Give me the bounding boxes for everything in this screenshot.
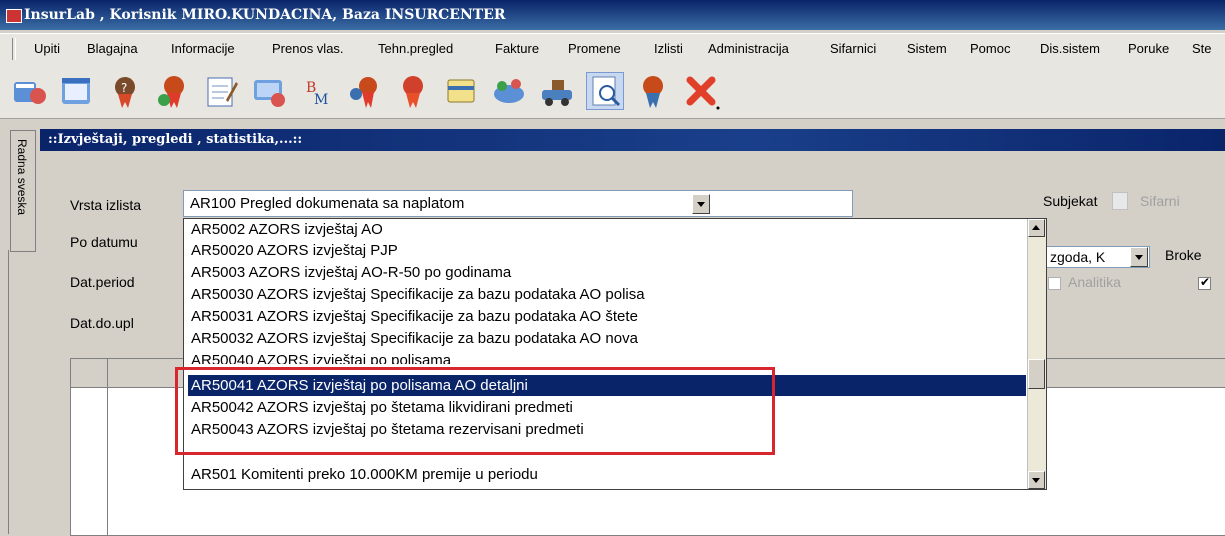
list-item[interactable]: AR50032 AZORS izvještaj Specifikacije za…	[188, 328, 1026, 349]
dat-period-label: Dat.period	[70, 274, 135, 290]
window-title: InsurLab , Korisnik MIRO.KUNDACINA, Baza…	[24, 7, 506, 23]
menu-blagajna[interactable]: Blagajna	[87, 41, 138, 56]
vrsta-izlista-label: Vrsta izlista	[70, 197, 142, 213]
list-item[interactable]: AR50031 AZORS izvještaj Specifikacije za…	[188, 306, 1026, 327]
subjekat-value: zgoda, K	[1050, 249, 1106, 265]
menu-promene[interactable]: Promene	[568, 41, 621, 56]
panel-title: ::Izvještaji, pregledi , statistika,...:…	[48, 132, 303, 147]
broker-label: Broke	[1165, 247, 1202, 263]
analitika-checkbox[interactable]	[1048, 277, 1061, 290]
window-icon[interactable]	[58, 72, 96, 110]
menu-bar: Upiti Blagajna Informacije Prenos vlas. …	[0, 33, 1225, 65]
toolbar: ? BM	[0, 64, 1225, 119]
analitika-label: Analitika	[1068, 274, 1121, 290]
menu-grip	[12, 38, 16, 60]
card-icon[interactable]	[442, 72, 480, 110]
exit-icon[interactable]	[682, 72, 720, 110]
svg-text:M: M	[314, 92, 328, 108]
network-icon[interactable]	[490, 72, 528, 110]
side-tab-label: Radna sveska	[15, 139, 29, 216]
ribbon-question-icon[interactable]: ?	[106, 72, 144, 110]
menu-pomoc[interactable]: Pomoc	[970, 41, 1010, 56]
notepad-icon[interactable]	[202, 72, 240, 110]
sifarnik-label[interactable]: Sifarni	[1140, 193, 1180, 209]
scroll-thumb[interactable]	[1028, 359, 1045, 389]
bm-icon[interactable]: BM	[298, 72, 336, 110]
menu-izlisti[interactable]: Izlisti	[654, 41, 683, 56]
app-icon	[6, 9, 22, 23]
ribbon-blue-icon[interactable]	[634, 72, 672, 110]
users-icon[interactable]	[10, 72, 48, 110]
dat-do-upl-label: Dat.do.upl	[70, 315, 134, 331]
menu-poruke[interactable]: Poruke	[1128, 41, 1169, 56]
ribbon-red-icon[interactable]	[394, 72, 432, 110]
list-item[interactable]: AR5002 AZORS izvještaj AO	[188, 219, 1026, 240]
report-type-dropdown-button[interactable]	[692, 194, 710, 214]
title-bar: InsurLab , Korisnik MIRO.KUNDACINA, Baza…	[0, 0, 1225, 30]
menu-fakture[interactable]: Fakture	[495, 41, 539, 56]
subjekat-combo[interactable]: zgoda, K	[1045, 246, 1150, 268]
scroll-up-button[interactable]	[1028, 219, 1045, 237]
ribbon-user-icon[interactable]	[154, 72, 192, 110]
menu-dis-sistem[interactable]: Dis.sistem	[1040, 41, 1100, 56]
subjekat-label: Subjekat	[1043, 193, 1098, 209]
menu-sifarnici[interactable]: Sifarnici	[830, 41, 876, 56]
search-document-icon[interactable]	[586, 72, 624, 110]
menu-tehn-pregled[interactable]: Tehn.pregled	[378, 41, 453, 56]
left-divider	[8, 250, 11, 534]
svg-text:?: ?	[121, 81, 127, 95]
side-tab-radna-sveska[interactable]: Radna sveska	[10, 130, 36, 252]
highlight-box	[175, 367, 775, 455]
car-icon[interactable]	[538, 72, 576, 110]
po-datumu-label: Po datumu	[70, 234, 138, 250]
list-item[interactable]: AR5003 AZORS izvještaj AO-R-50 po godina…	[188, 262, 1026, 283]
report-type-value: AR100 Pregled dokumenata sa naplatom	[190, 195, 465, 212]
list-item[interactable]: AR50040 AZORS izvještaj po polisama	[188, 350, 1026, 364]
menu-sistem[interactable]: Sistem	[907, 41, 947, 56]
sifarnik-icon[interactable]	[1112, 192, 1128, 210]
list-scrollbar[interactable]	[1027, 219, 1046, 489]
list-item[interactable]: AR50020 AZORS izvještaj PJP	[188, 240, 1026, 261]
list-item[interactable]: AR501 Komitenti preko 10.000KM premije u…	[188, 464, 1026, 485]
menu-informacije[interactable]: Informacije	[171, 41, 235, 56]
scroll-down-button[interactable]	[1028, 471, 1045, 489]
menu-ste[interactable]: Ste	[1192, 41, 1212, 56]
menu-prenos-vlas[interactable]: Prenos vlas.	[272, 41, 344, 56]
subjekat-dropdown-button[interactable]	[1130, 247, 1148, 267]
grid-column-divider	[107, 359, 108, 535]
computer-icon[interactable]	[250, 72, 288, 110]
report-type-combo[interactable]: AR100 Pregled dokumenata sa naplatom	[183, 190, 853, 217]
ribbon-group-icon[interactable]	[346, 72, 384, 110]
list-item[interactable]: AR50030 AZORS izvještaj Specifikacije za…	[188, 284, 1026, 305]
panel-header: ::Izvještaji, pregledi , statistika,...:…	[40, 129, 1225, 151]
option-checkbox[interactable]: ✔	[1198, 275, 1211, 290]
menu-upiti[interactable]: Upiti	[34, 41, 60, 56]
menu-administracija[interactable]: Administracija	[708, 41, 789, 56]
